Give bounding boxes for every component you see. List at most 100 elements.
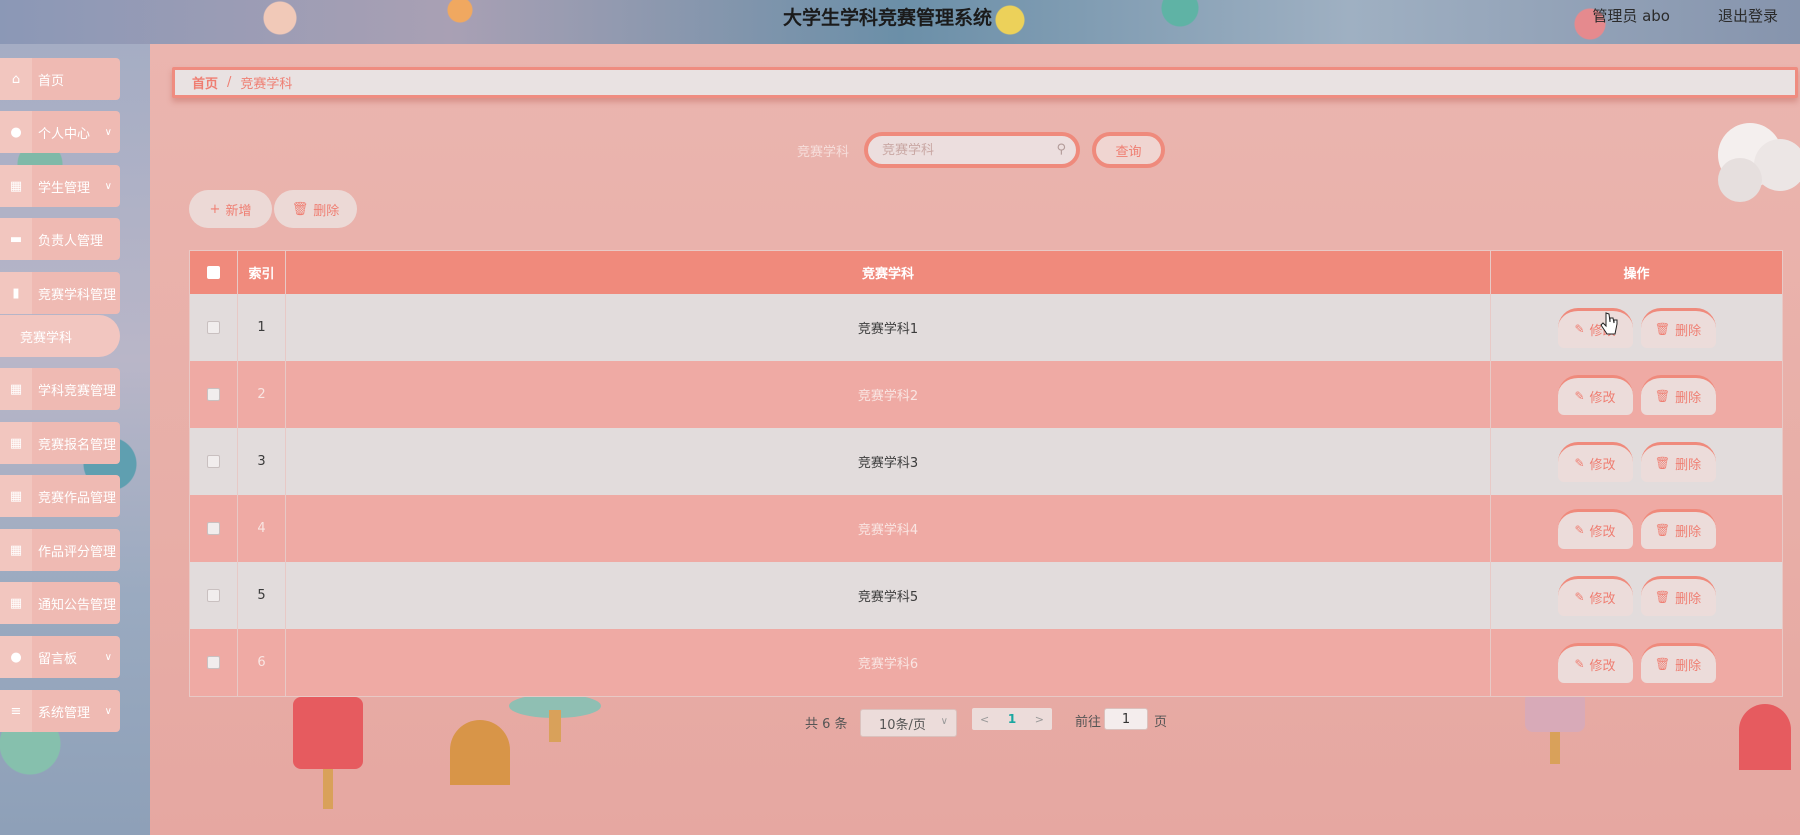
edit-label: 修改 <box>1589 524 1616 540</box>
delete-button[interactable]: 🗑 删除 <box>1640 642 1716 683</box>
row-index: 3 <box>238 428 286 495</box>
delete-button[interactable]: 🗑 删除 <box>1640 508 1716 549</box>
edit-button[interactable]: ✎ 修改 <box>1557 441 1633 482</box>
edit-label: 修改 <box>1589 658 1616 674</box>
header-index: 索引 <box>238 251 286 294</box>
table-header: 索引 竞赛学科 操作 <box>190 251 1782 294</box>
edit-label: 修改 <box>1589 390 1616 406</box>
delete-button[interactable]: 🗑 删除 <box>1640 374 1716 415</box>
search-icon: ⚲ <box>1056 142 1066 157</box>
edit-label: 修改 <box>1589 457 1616 473</box>
edit-button[interactable]: ✎ 修改 <box>1557 508 1633 549</box>
sidebar-item-label: 通知公告管理 <box>38 597 117 613</box>
current-user-label: 管理员 abo <box>1592 7 1670 25</box>
sidebar-item-student-management[interactable]: ▦ 学生管理 ∨ <box>0 165 120 207</box>
delete-label: 删除 <box>1675 524 1702 540</box>
current-page-number[interactable]: 1 <box>1008 712 1016 726</box>
edit-button[interactable]: ✎ 修改 <box>1557 575 1633 616</box>
edit-button[interactable]: ✎ 修改 <box>1557 307 1633 348</box>
trash-icon: 🗑 <box>1654 523 1671 537</box>
search-field: ⚲ <box>864 132 1080 168</box>
row-checkbox[interactable] <box>207 522 220 535</box>
delete-label: 删除 <box>1675 591 1702 607</box>
row-subject: 竞赛学科1 <box>286 294 1491 361</box>
chevron-down-icon: ∨ <box>104 180 112 192</box>
delete-button[interactable]: 🗑 删除 <box>1640 441 1716 482</box>
table-row: 4 竞赛学科4 ✎ 修改 🗑 删除 <box>190 495 1782 562</box>
row-index: 4 <box>238 495 286 562</box>
sidebar-item-label: 作品评分管理 <box>38 544 117 560</box>
grid-icon: ▦ <box>0 582 32 624</box>
edit-button[interactable]: ✎ 修改 <box>1557 374 1633 415</box>
sidebar-item-subject-management[interactable]: ▮ 竞赛学科管理 <box>0 272 120 314</box>
row-checkbox[interactable] <box>207 589 220 602</box>
sidebar-item-personal-center[interactable]: ● 个人中心 ∨ <box>0 111 120 153</box>
delete-button[interactable]: 🗑 删除 <box>1640 307 1716 348</box>
cloud-decoration <box>1718 123 1800 202</box>
row-subject: 竞赛学科5 <box>286 562 1491 629</box>
edit-label: 修改 <box>1589 591 1616 607</box>
row-checkbox[interactable] <box>207 321 220 334</box>
trash-icon: 🗑 <box>1654 322 1671 336</box>
batch-delete-button[interactable]: 🗑 删除 <box>274 190 357 228</box>
table-row: 2 竞赛学科2 ✎ 修改 🗑 删除 <box>190 361 1782 428</box>
clipboard-icon: ▮ <box>0 272 32 314</box>
sidebar-item-label: 学科竞赛管理 <box>38 383 117 399</box>
header-subject: 竞赛学科 <box>286 251 1491 294</box>
sidebar-item-label: 负责人管理 <box>38 233 104 249</box>
trash-icon: 🗑 <box>1654 590 1671 604</box>
row-checkbox[interactable] <box>207 388 220 401</box>
sidebar-item-scoring-management[interactable]: ▦ 作品评分管理 <box>0 529 120 571</box>
chevron-down-icon: ∨ <box>104 126 112 138</box>
sidebar-item-label: 留言板 <box>38 651 78 667</box>
trash-icon: 🗑 <box>1654 657 1671 671</box>
row-checkbox[interactable] <box>207 656 220 669</box>
top-header: 大学生学科竞赛管理系统 管理员 abo 退出登录 <box>0 0 1800 44</box>
sidebar-item-label: 个人中心 <box>38 126 91 142</box>
search-label: 竞赛学科 <box>797 145 850 160</box>
edit-icon: ✎ <box>1574 657 1585 671</box>
prev-page-icon[interactable]: < <box>980 713 989 726</box>
sidebar-subitem-label: 竞赛学科 <box>20 330 73 346</box>
mouse-cursor-icon <box>1600 312 1618 335</box>
table-row: 3 竞赛学科3 ✎ 修改 🗑 删除 <box>190 428 1782 495</box>
sidebar-item-registration-management[interactable]: ▦ 竞赛报名管理 <box>0 422 120 464</box>
breadcrumb-separator: / <box>227 75 232 90</box>
add-button[interactable]: + 新增 <box>189 190 272 228</box>
search-input[interactable] <box>882 142 1042 158</box>
sidebar-item-notice-management[interactable]: ▦ 通知公告管理 <box>0 582 120 624</box>
sidebar-subitem-subject[interactable]: 竞赛学科 <box>0 315 120 357</box>
breadcrumb-current: 竞赛学科 <box>240 77 293 92</box>
user-icon: ● <box>0 111 32 153</box>
sidebar-item-manager-management[interactable]: ▬ 负责人管理 <box>0 218 120 260</box>
table-row: 1 竞赛学科1 ✎ 修改 🗑 删除 <box>190 294 1782 361</box>
row-index: 1 <box>238 294 286 361</box>
row-checkbox[interactable] <box>207 455 220 468</box>
edit-icon: ✎ <box>1574 456 1585 470</box>
row-subject: 竞赛学科4 <box>286 495 1491 562</box>
sidebar-item-works-management[interactable]: ▦ 竞赛作品管理 <box>0 475 120 517</box>
logout-link[interactable]: 退出登录 <box>1718 5 1778 26</box>
page-size-select[interactable]: 10条/页 ∨ <box>860 709 957 737</box>
select-all-checkbox[interactable] <box>207 266 220 279</box>
delete-label: 删除 <box>1675 390 1702 406</box>
header-operations: 操作 <box>1623 267 1650 282</box>
sidebar-item-competition-management[interactable]: ▦ 学科竞赛管理 <box>0 368 120 410</box>
edit-icon: ✎ <box>1574 523 1585 537</box>
goto-suffix: 页 <box>1154 715 1168 730</box>
trash-icon: 🗑 <box>1654 389 1671 403</box>
sidebar-item-message-board[interactable]: ● 留言板 ∨ <box>0 636 120 678</box>
breadcrumb-home-link[interactable]: 首页 <box>192 73 218 92</box>
breadcrumb: 首页 / 竞赛学科 <box>172 67 1798 98</box>
trash-icon: 🗑 <box>1654 456 1671 470</box>
delete-button[interactable]: 🗑 删除 <box>1640 575 1716 616</box>
sidebar-item-label: 学生管理 <box>38 180 91 196</box>
add-button-label: 新增 <box>225 203 252 219</box>
edit-button[interactable]: ✎ 修改 <box>1557 642 1633 683</box>
sidebar-item-home[interactable]: ⌂ 首页 <box>0 58 120 100</box>
query-button[interactable]: 查询 <box>1092 132 1165 168</box>
next-page-icon[interactable]: > <box>1035 713 1044 726</box>
goto-prefix: 前往 <box>1075 715 1102 730</box>
goto-page-input[interactable]: 1 <box>1104 708 1148 730</box>
home-icon: ⌂ <box>0 58 32 100</box>
